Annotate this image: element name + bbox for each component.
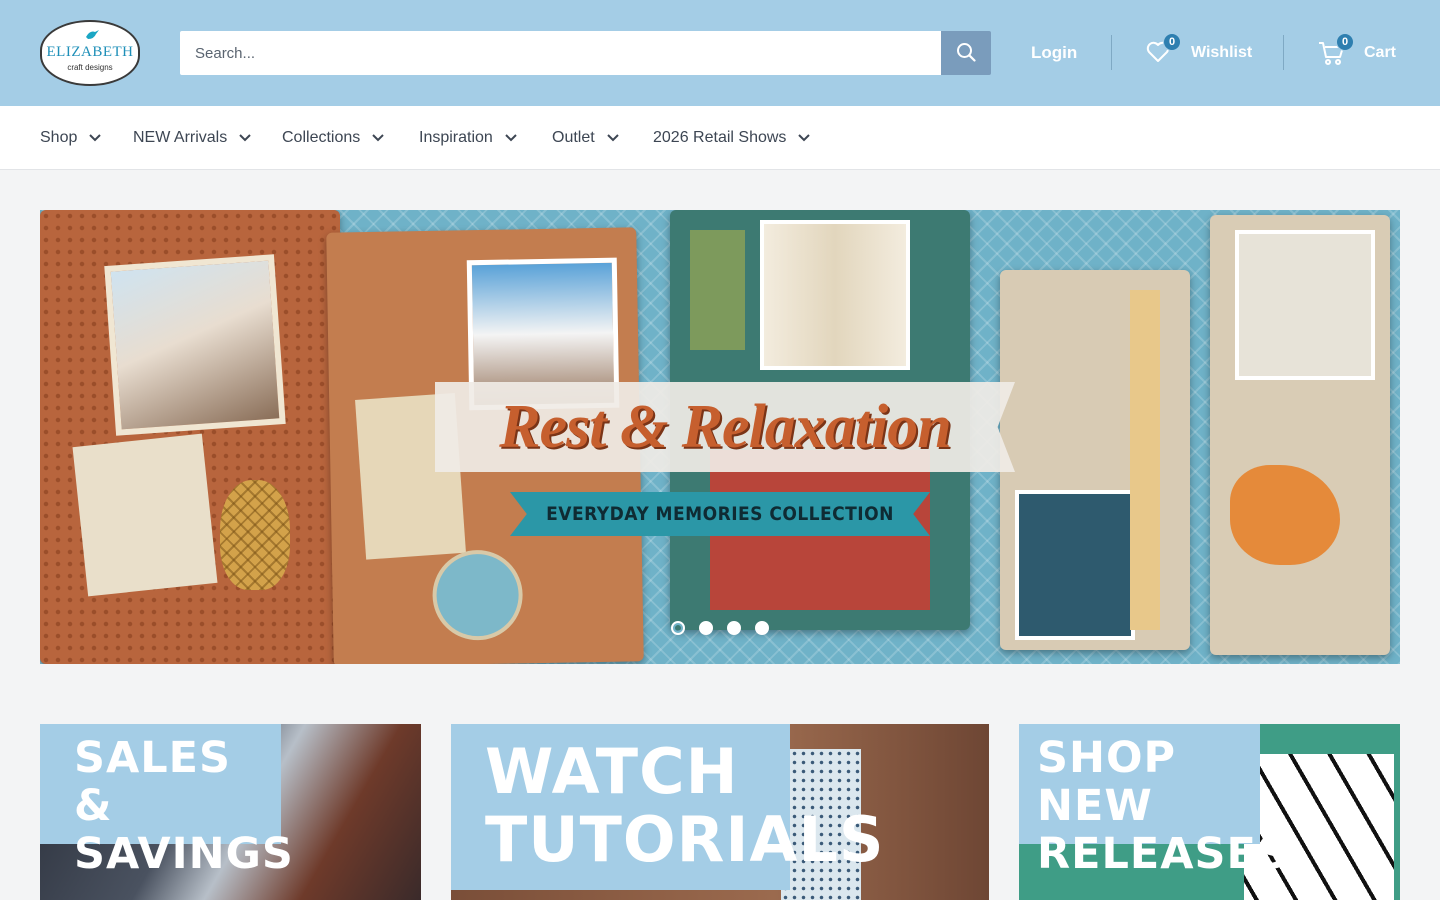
- hero-ephemera: [72, 433, 218, 597]
- chevron-down-icon: [798, 129, 811, 147]
- search-button[interactable]: [941, 31, 991, 75]
- globe-embellishment: [431, 549, 524, 641]
- cart-link[interactable]: 0 Cart: [1318, 0, 1396, 106]
- promo-tile-sales[interactable]: SALES & SAVINGS: [40, 724, 421, 900]
- nav-item-new-arrivals[interactable]: NEW Arrivals: [133, 106, 251, 170]
- nav-item-label: Collections: [282, 129, 361, 146]
- hero-photo: [1015, 490, 1135, 640]
- nav-item-label: NEW Arrivals: [133, 129, 228, 146]
- ruler-embellishment: [1130, 290, 1160, 630]
- nav-item-inspiration[interactable]: Inspiration: [419, 106, 517, 170]
- hero-slideshow[interactable]: Rest & Relaxation EVERYDAY MEMORIES COLL…: [40, 210, 1400, 664]
- main-nav: Shop NEW Arrivals Collections Inspiratio…: [0, 106, 1440, 170]
- nav-item-label: Shop: [40, 129, 78, 146]
- chevron-down-icon: [89, 129, 102, 147]
- wishlist-icon-wrap: 0: [1145, 33, 1181, 69]
- nav-item-outlet[interactable]: Outlet: [552, 106, 619, 170]
- hero-scrapbook-panel: [1000, 270, 1190, 650]
- nav-item-collections[interactable]: Collections: [282, 106, 384, 170]
- header-divider: [1283, 35, 1284, 70]
- hero-subtitle: EVERYDAY MEMORIES COLLECTION: [546, 503, 894, 525]
- nav-item-shop[interactable]: Shop: [40, 106, 102, 170]
- wishlist-link[interactable]: 0 Wishlist: [1145, 0, 1252, 106]
- login-link[interactable]: Login: [1031, 0, 1077, 106]
- wishlist-label: Wishlist: [1191, 44, 1253, 61]
- brand-logo[interactable]: ELIZABETH craft designs: [40, 20, 140, 86]
- chevron-down-icon: [239, 129, 251, 147]
- nav-item-label: 2026 Retail Shows: [653, 129, 787, 146]
- hero-scrapbook-panel: [1210, 215, 1390, 655]
- paint-splash-embellishment: [1230, 465, 1340, 565]
- promo-tile-label: SALES & SAVINGS: [40, 724, 293, 878]
- site-header: ELIZABETH craft designs Login 0 Wishlist…: [0, 0, 1440, 106]
- header-divider: [1111, 35, 1112, 70]
- nav-item-retail-shows[interactable]: 2026 Retail Shows: [653, 106, 811, 170]
- search-input[interactable]: [180, 31, 941, 75]
- hero-title: Rest & Relaxation: [499, 393, 951, 461]
- chevron-down-icon: [606, 129, 619, 147]
- slide-dot-3[interactable]: [727, 621, 741, 635]
- cart-icon-wrap: 0: [1318, 33, 1354, 67]
- promo-tile-label: WATCH TUTORIALS: [451, 724, 884, 890]
- wishlist-count-badge: 0: [1163, 33, 1181, 51]
- logo-tagline: craft designs: [67, 63, 113, 72]
- cart-label: Cart: [1364, 44, 1397, 61]
- reading-list-embellishment: [690, 230, 745, 350]
- hero-photo: [760, 220, 910, 370]
- slide-dot-2[interactable]: [699, 621, 713, 635]
- promo-tile-label: SHOP NEW RELEASES: [1019, 724, 1288, 878]
- promo-tile-new-releases[interactable]: SHOP NEW RELEASES: [1019, 724, 1400, 900]
- slideshow-pagination: [671, 621, 769, 635]
- promo-tile-tutorials[interactable]: WATCH TUTORIALS: [451, 724, 989, 900]
- logo-wordmark: ELIZABETH: [46, 44, 134, 60]
- nav-item-label: Inspiration: [419, 129, 493, 146]
- cart-count-badge: 0: [1336, 33, 1354, 51]
- cart-icon: [1318, 42, 1346, 71]
- heart-icon: [1145, 41, 1171, 69]
- pineapple-embellishment: [220, 480, 290, 590]
- slide-dot-4[interactable]: [755, 621, 769, 635]
- nav-item-label: Outlet: [552, 129, 595, 146]
- search-icon: [956, 42, 976, 65]
- chevron-down-icon: [505, 129, 517, 147]
- search-bar: [180, 31, 991, 75]
- hero-photo: [104, 254, 286, 436]
- chevron-down-icon: [372, 129, 384, 147]
- hero-photo: [1235, 230, 1375, 380]
- hero-scrapbook-panel: [40, 210, 340, 664]
- slide-dot-1[interactable]: [671, 621, 685, 635]
